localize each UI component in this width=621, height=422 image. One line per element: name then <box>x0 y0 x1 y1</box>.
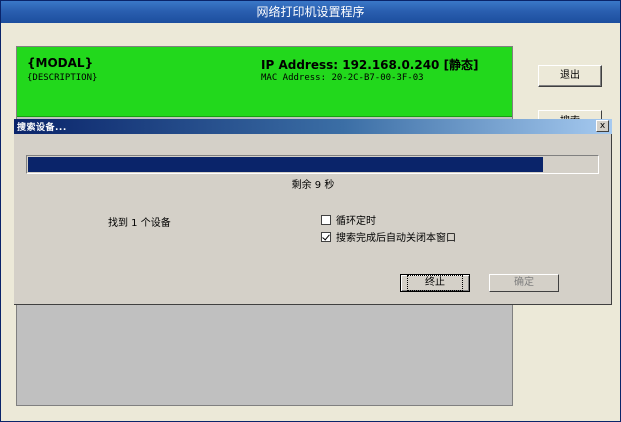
loop-timer-option[interactable]: 循环定时 <box>321 212 376 227</box>
search-progress-bar <box>26 155 599 174</box>
exit-button[interactable]: 退出 <box>538 65 602 87</box>
auto-close-option[interactable]: 搜索完成后自动关闭本窗口 <box>321 229 456 244</box>
close-icon[interactable]: x <box>596 120 609 132</box>
auto-close-label[interactable]: 搜索完成后自动关闭本窗口 <box>336 229 456 244</box>
loop-timer-label[interactable]: 循环定时 <box>336 212 376 227</box>
dialog-title: 搜索设备... <box>17 123 67 133</box>
device-list-item[interactable]: {MODAL} {DESCRIPTION} IP Address: 192.16… <box>17 47 512 117</box>
remaining-time: 剩余 9 秒 <box>291 180 335 191</box>
stop-button[interactable]: 终止 <box>400 274 470 292</box>
ok-button[interactable]: 确定 <box>489 274 559 292</box>
device-description: {DESCRIPTION} <box>27 73 98 83</box>
found-devices-count: 找到 1 个设备 <box>108 218 171 229</box>
auto-close-checkbox[interactable] <box>321 231 331 242</box>
device-mac-address: MAC Address: 20-2C-B7-00-3F-03 <box>261 73 424 83</box>
window-title: 网络打印机设置程序 <box>256 5 365 19</box>
device-ip-address: IP Address: 192.168.0.240 [静态] <box>261 58 479 72</box>
dialog-title-bar[interactable]: 搜索设备... x <box>14 119 612 134</box>
device-model: {MODAL} <box>27 56 94 70</box>
progress-fill <box>28 157 543 172</box>
stop-button-label: 终止 <box>407 275 463 291</box>
loop-timer-checkbox[interactable] <box>321 214 331 225</box>
search-devices-dialog: 搜索设备... x 剩余 9 秒 找到 1 个设备 循环定时 搜索完成后自动关闭… <box>14 119 612 305</box>
main-title-bar[interactable]: 网络打印机设置程序 <box>1 1 620 23</box>
